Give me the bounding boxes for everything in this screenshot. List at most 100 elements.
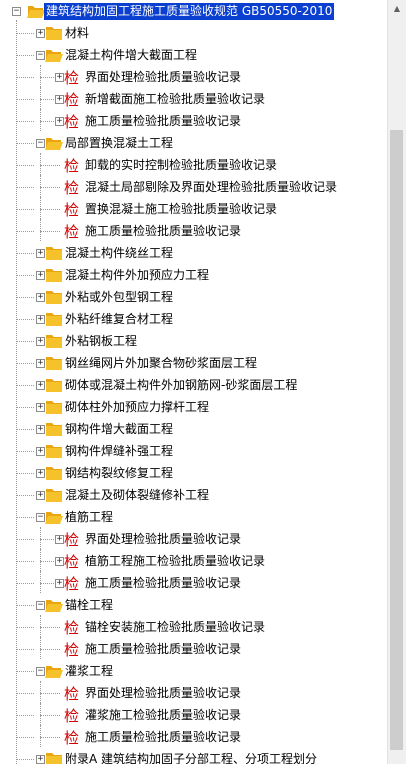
tree-folder-node[interactable]: + 外粘钢板工程 [0,331,388,353]
tree-node-label[interactable]: 锚栓安装施工检验批质量验收记录 [83,619,267,636]
tree-node-label[interactable]: 附录A 建筑结构加固子分部工程、分项工程划分 [63,751,319,764]
vertical-scrollbar[interactable]: ▲ [387,0,406,764]
tree-folder-node[interactable]: − 灌浆工程 [0,661,388,683]
expand-toggle-icon[interactable]: + [36,403,45,412]
tree-folder-node[interactable]: + 材料 [0,23,388,45]
expand-toggle-icon[interactable]: + [36,755,45,764]
tree-node-label[interactable]: 灌浆工程 [63,663,115,680]
tree-node-label[interactable]: 外粘钢板工程 [63,333,139,350]
expand-toggle-icon[interactable]: + [36,359,45,368]
collapse-toggle-icon[interactable]: − [12,7,21,16]
tree-node-label[interactable]: 植筋工程 [63,509,115,526]
scroll-up-arrow-icon[interactable]: ▲ [388,0,406,18]
tree-node-label[interactable]: 卸载的实时控制检验批质量验收记录 [83,157,279,174]
tree-record-node[interactable]: + 检施工质量检验批质量验收记录 [0,573,388,595]
tree-node-label[interactable]: 置换混凝土施工检验批质量验收记录 [83,201,279,218]
tree-node-label[interactable]: 外粘或外包型钢工程 [63,289,175,306]
tree-folder-node[interactable]: + 钢构件增大截面工程 [0,419,388,441]
tree-node-label[interactable]: 界面处理检验批质量验收记录 [83,531,243,548]
tree-folder-node[interactable]: + 混凝土构件绕丝工程 [0,243,388,265]
tree-node-label[interactable]: 施工质量检验批质量验收记录 [83,223,243,240]
tree-node-label[interactable]: 钢构件焊缝补强工程 [63,443,175,460]
expand-toggle-icon[interactable]: + [55,117,64,126]
tree-folder-node[interactable]: − 植筋工程 [0,507,388,529]
expand-toggle-icon[interactable]: + [36,271,45,280]
tree-node-label[interactable]: 施工质量检验批质量验收记录 [83,641,243,658]
expand-toggle-icon[interactable]: + [55,95,64,104]
tree-record-node[interactable]: 检施工质量检验批质量验收记录 [0,639,388,661]
tree-record-node[interactable]: 检卸载的实时控制检验批质量验收记录 [0,155,388,177]
tree-record-node[interactable]: 检施工质量检验批质量验收记录 [0,727,388,749]
tree-node-label[interactable]: 局部置换混凝土工程 [63,135,175,152]
tree-folder-node[interactable]: + 混凝土构件外加预应力工程 [0,265,388,287]
tree-record-node[interactable]: 检混凝土局部剔除及界面处理检验批质量验收记录 [0,177,388,199]
tree-record-node[interactable]: 检置换混凝土施工检验批质量验收记录 [0,199,388,221]
tree-folder-node[interactable]: + 砌体或混凝土构件外加钢筋网-砂浆面层工程 [0,375,388,397]
tree-folder-node[interactable]: + 混凝土及砌体裂缝修补工程 [0,485,388,507]
tree-record-node[interactable]: 检施工质量检验批质量验收记录 [0,221,388,243]
expand-toggle-icon[interactable]: + [36,469,45,478]
scroll-thumb[interactable] [390,130,403,750]
expand-toggle-icon[interactable]: + [36,29,45,38]
expand-toggle-icon[interactable]: + [36,425,45,434]
tree-node-label[interactable]: 新增截面施工检验批质量验收记录 [83,91,267,108]
tree-record-node[interactable]: 检锚栓安装施工检验批质量验收记录 [0,617,388,639]
tree-record-node[interactable]: + 检界面处理检验批质量验收记录 [0,67,388,89]
expand-toggle-icon[interactable]: + [36,293,45,302]
tree-node-label[interactable]: 混凝土构件外加预应力工程 [63,267,211,284]
tree-node-label[interactable]: 砌体柱外加预应力撑杆工程 [63,399,211,416]
tree-node-label[interactable]: 钢构件增大截面工程 [63,421,175,438]
expand-toggle-icon[interactable]: + [36,491,45,500]
tree-node-label[interactable]: 建筑结构加固工程施工质量验收规范 GB50550-2010 [44,3,335,20]
tree-node-label[interactable]: 植筋工程施工检验批质量验收记录 [83,553,267,570]
tree-node-label[interactable]: 砌体或混凝土构件外加钢筋网-砂浆面层工程 [63,377,299,394]
tree-node-label[interactable]: 混凝土构件绕丝工程 [63,245,175,262]
expand-toggle-icon[interactable]: + [55,557,64,566]
tree-folder-node[interactable]: + 外粘纤维复合材工程 [0,309,388,331]
tree-node-label[interactable]: 锚栓工程 [63,597,115,614]
tree-record-node[interactable]: 检界面处理检验批质量验收记录 [0,683,388,705]
tree-node-label[interactable]: 施工质量检验批质量验收记录 [83,575,243,592]
collapse-toggle-icon[interactable]: − [36,139,45,148]
collapse-toggle-icon[interactable]: − [36,601,45,610]
expand-toggle-icon[interactable]: + [36,447,45,456]
tree-node-label[interactable]: 外粘纤维复合材工程 [63,311,175,328]
expand-toggle-icon[interactable]: + [55,73,64,82]
tree-node-label[interactable]: 界面处理检验批质量验收记录 [83,685,243,702]
tree-folder-node[interactable]: − 锚栓工程 [0,595,388,617]
tree-folder-node[interactable]: − 局部置换混凝土工程 [0,133,388,155]
tree-node-label[interactable]: 施工质量检验批质量验收记录 [83,729,243,746]
tree-node-label[interactable]: 混凝土构件增大截面工程 [63,47,199,64]
tree-node-label[interactable]: 钢结构裂纹修复工程 [63,465,175,482]
tree-node-label[interactable]: 界面处理检验批质量验收记录 [83,69,243,86]
expand-toggle-icon[interactable]: + [36,315,45,324]
tree-node-label[interactable]: 混凝土局部剔除及界面处理检验批质量验收记录 [83,179,339,196]
tree-folder-node[interactable]: + 附录A 建筑结构加固子分部工程、分项工程划分 [0,749,388,764]
expand-toggle-icon[interactable]: + [55,579,64,588]
collapse-toggle-icon[interactable]: − [36,513,45,522]
tree-folder-node[interactable]: + 砌体柱外加预应力撑杆工程 [0,397,388,419]
project-tree[interactable]: − 建筑结构加固工程施工质量验收规范 GB50550-2010 + 材料 − 混凝土构件增… [0,0,388,764]
tree-node-label[interactable]: 灌浆施工检验批质量验收记录 [83,707,243,724]
expand-toggle-icon[interactable]: + [36,381,45,390]
tree-folder-node[interactable]: − 混凝土构件增大截面工程 [0,45,388,67]
tree-record-node[interactable]: + 检施工质量检验批质量验收记录 [0,111,388,133]
tree-record-node[interactable]: + 检植筋工程施工检验批质量验收记录 [0,551,388,573]
expand-toggle-icon[interactable]: + [36,249,45,258]
expand-toggle-icon[interactable]: + [36,337,45,346]
collapse-toggle-icon[interactable]: − [36,667,45,676]
tree-node-label[interactable]: 钢丝绳网片外加聚合物砂浆面层工程 [63,355,259,372]
tree-folder-node[interactable]: + 钢丝绳网片外加聚合物砂浆面层工程 [0,353,388,375]
tree-node-label[interactable]: 施工质量检验批质量验收记录 [83,113,243,130]
tree-folder-node[interactable]: + 外粘或外包型钢工程 [0,287,388,309]
tree-folder-node[interactable]: + 钢构件焊缝补强工程 [0,441,388,463]
tree-record-node[interactable]: + 检新增截面施工检验批质量验收记录 [0,89,388,111]
expand-toggle-icon[interactable]: + [55,535,64,544]
tree-folder-node[interactable]: − 建筑结构加固工程施工质量验收规范 GB50550-2010 [0,1,388,23]
tree-folder-node[interactable]: + 钢结构裂纹修复工程 [0,463,388,485]
tree-record-node[interactable]: 检灌浆施工检验批质量验收记录 [0,705,388,727]
tree-node-label[interactable]: 混凝土及砌体裂缝修补工程 [63,487,211,504]
tree-record-node[interactable]: + 检界面处理检验批质量验收记录 [0,529,388,551]
collapse-toggle-icon[interactable]: − [36,51,45,60]
tree-node-label[interactable]: 材料 [63,25,91,42]
